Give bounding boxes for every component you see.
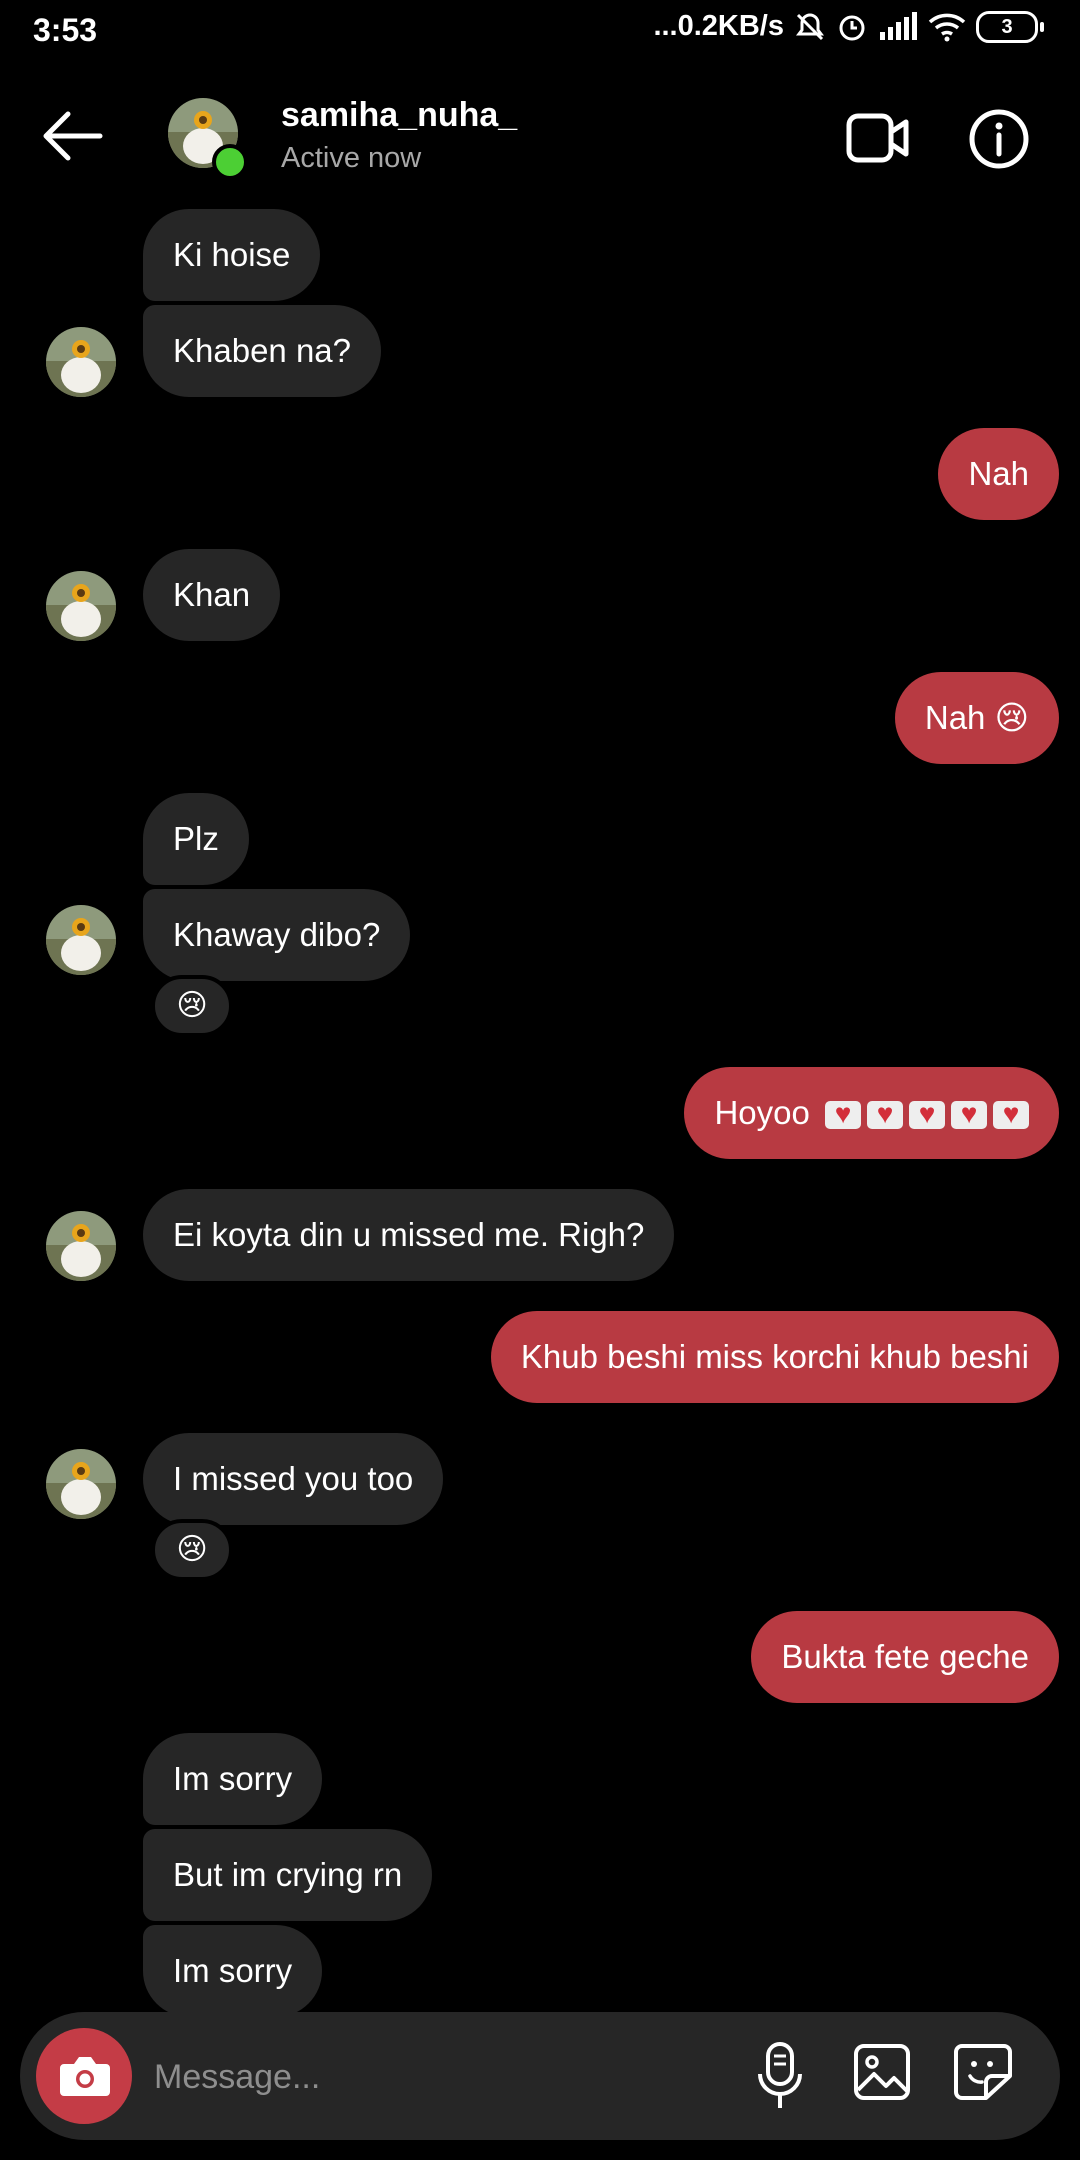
battery-icon: 3	[976, 10, 1044, 43]
love-letter-emoji	[951, 1097, 987, 1131]
love-letter-emoji	[825, 1097, 861, 1131]
back-arrow-icon[interactable]	[38, 108, 104, 164]
message-reaction[interactable]: 😢	[151, 1519, 233, 1581]
signal-icon	[880, 11, 917, 40]
incoming-message[interactable]: Khan	[143, 549, 281, 641]
outgoing-message[interactable]: Bukta fete geche	[751, 1611, 1059, 1703]
network-speed: ...0.2KB/s	[653, 10, 784, 42]
message-input[interactable]	[152, 2048, 716, 2106]
wifi-icon	[928, 13, 966, 41]
contact-avatar[interactable]	[46, 1449, 116, 1519]
video-call-icon[interactable]	[846, 110, 910, 166]
message-text: Nah	[924, 699, 986, 736]
incoming-message[interactable]: Ki hoise	[143, 209, 321, 301]
incoming-message[interactable]: Im sorry	[143, 1733, 323, 1825]
chat-username[interactable]: samiha_nuha_	[281, 96, 517, 135]
status-time: 3:53	[33, 12, 98, 48]
info-icon[interactable]	[968, 108, 1030, 170]
gallery-icon[interactable]	[852, 2040, 912, 2104]
battery-level: 3	[976, 10, 1038, 43]
crying-emoji: 😢	[994, 699, 1029, 736]
outgoing-message[interactable]: Nah 😢	[894, 672, 1059, 764]
mute-icon	[796, 12, 824, 40]
contact-avatar[interactable]	[46, 905, 116, 975]
activity-status: Active now	[281, 142, 422, 174]
alarm-icon	[839, 15, 865, 40]
message-text: Hoyoo	[714, 1094, 810, 1131]
outgoing-message[interactable]: Khub beshi miss korchi khub beshi	[490, 1311, 1059, 1403]
incoming-message[interactable]: But im crying rn	[143, 1829, 433, 1921]
incoming-message[interactable]: Ei koyta din u missed me. Righ?	[143, 1189, 675, 1281]
incoming-message[interactable]: I missed you too	[143, 1433, 444, 1525]
sticker-icon[interactable]	[952, 2040, 1014, 2104]
contact-avatar[interactable]	[46, 327, 116, 397]
message-reaction[interactable]: 😢	[151, 975, 233, 1037]
outgoing-message[interactable]: Hoyoo	[684, 1067, 1059, 1159]
love-letter-emoji	[867, 1097, 903, 1131]
outgoing-message[interactable]: Nah	[938, 428, 1059, 520]
status-icons: ...0.2KB/s 3	[653, 10, 1044, 43]
contact-avatar[interactable]	[46, 1211, 116, 1281]
microphone-icon[interactable]	[752, 2040, 808, 2112]
incoming-message[interactable]: Khaben na?	[143, 305, 382, 397]
incoming-message[interactable]: Khaway dibo?	[143, 889, 411, 981]
online-indicator	[212, 144, 248, 180]
incoming-message[interactable]: Plz	[143, 793, 249, 885]
camera-icon	[60, 2057, 110, 2096]
incoming-message[interactable]: Im sorry	[143, 1925, 323, 2017]
love-letter-emoji	[993, 1097, 1029, 1131]
love-letter-emoji	[909, 1097, 945, 1131]
contact-avatar[interactable]	[46, 571, 116, 641]
camera-button[interactable]	[36, 2028, 132, 2124]
